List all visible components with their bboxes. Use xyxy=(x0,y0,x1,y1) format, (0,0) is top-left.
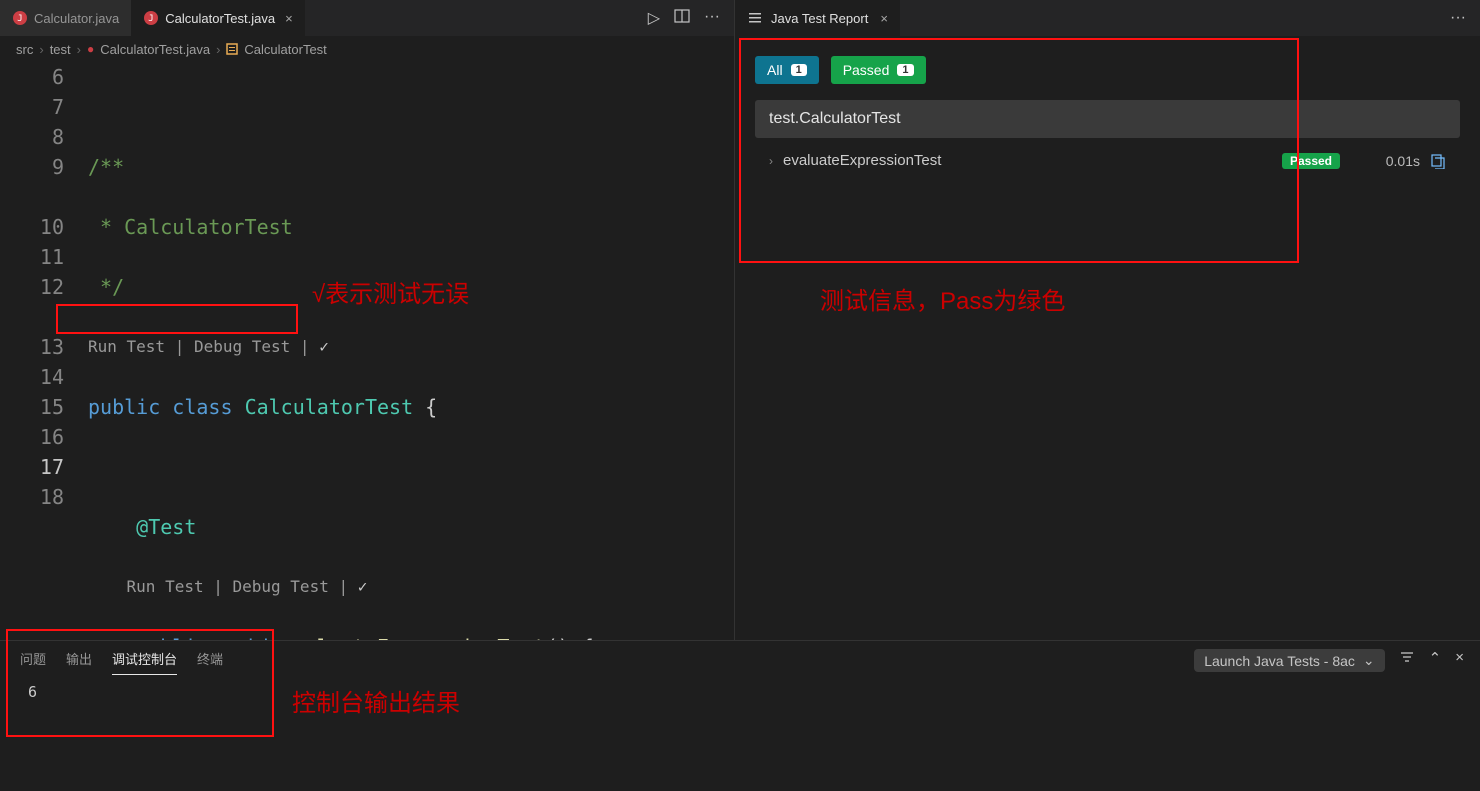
chevron-up-icon[interactable]: ⌃ xyxy=(1429,649,1442,667)
class-icon xyxy=(226,43,238,55)
chevron-right-icon: › xyxy=(769,154,773,168)
tab-label: Calculator.java xyxy=(34,11,119,26)
java-file-icon: J xyxy=(143,10,159,26)
minimap[interactable] xyxy=(674,62,734,640)
more-icon[interactable]: ··· xyxy=(1450,9,1466,27)
status-badge: Passed xyxy=(1282,153,1340,169)
panel-tab-problems[interactable]: 问题 xyxy=(20,649,46,675)
close-icon[interactable]: × xyxy=(285,11,293,26)
bc-class[interactable]: CalculatorTest xyxy=(244,42,326,57)
report-tabbar: Java Test Report × ··· xyxy=(735,0,1480,36)
goto-source-icon[interactable] xyxy=(1430,153,1446,169)
codelens-run-test[interactable]: Run Test xyxy=(88,337,165,356)
list-icon xyxy=(747,10,763,26)
close-panel-icon[interactable]: × xyxy=(1455,649,1464,666)
more-icon[interactable]: ··· xyxy=(704,8,720,28)
annotation-text: 控制台输出结果 xyxy=(292,683,460,718)
tab-calculatortest-java[interactable]: J CalculatorTest.java × xyxy=(131,0,304,36)
code-content[interactable]: /** * CalculatorTest */ Run Test | Debug… xyxy=(88,62,734,640)
java-file-icon: J xyxy=(12,10,28,26)
codelens-debug-test[interactable]: Debug Test xyxy=(233,577,329,596)
code-editor[interactable]: 6789 101112 131415 161718 /** * Calculat… xyxy=(0,62,734,640)
test-duration: 0.01s xyxy=(1350,153,1420,169)
filter-passed[interactable]: Passed1 xyxy=(831,56,926,84)
test-pass-check-icon: ✓ xyxy=(358,577,368,596)
svg-text:J: J xyxy=(149,14,154,24)
launch-config-selector[interactable]: Launch Java Tests - 8ac ⌄ xyxy=(1194,649,1384,672)
test-row[interactable]: › evaluateExpressionTest Passed 0.01s xyxy=(755,142,1460,179)
tab-calculator-java[interactable]: J Calculator.java xyxy=(0,0,131,36)
split-editor-icon[interactable] xyxy=(674,8,690,28)
annotation-text: 测试信息，Pass为绿色 xyxy=(820,281,1065,316)
tab-java-test-report[interactable]: Java Test Report × xyxy=(735,0,900,36)
codelens-run-test[interactable]: Run Test xyxy=(127,577,204,596)
tab-label: CalculatorTest.java xyxy=(165,11,275,26)
panel-tab-debug-console[interactable]: 调试控制台 xyxy=(112,649,177,675)
tab-label: Java Test Report xyxy=(771,11,868,26)
panel-tabs: 问题 输出 调试控制台 终端 xyxy=(0,649,735,675)
breadcrumb[interactable]: src› test› ● CalculatorTest.java› Calcul… xyxy=(0,36,734,62)
filter-all[interactable]: All1 xyxy=(755,56,819,84)
editor-tabbar: J Calculator.java J CalculatorTest.java … xyxy=(0,0,734,36)
panel-tab-terminal[interactable]: 终端 xyxy=(197,649,223,675)
panel-tab-output[interactable]: 输出 xyxy=(66,649,92,675)
bc-src[interactable]: src xyxy=(16,42,33,57)
chevron-down-icon: ⌄ xyxy=(1363,652,1375,669)
svg-text:J: J xyxy=(17,14,22,24)
panel: 问题 输出 调试控制台 终端 6 Launch Java Tests - 8ac… xyxy=(0,640,1480,791)
annotation-text: √表示测试无误 xyxy=(312,280,469,310)
bc-file[interactable]: CalculatorTest.java xyxy=(100,42,210,57)
editor-actions: ▷ ··· xyxy=(634,8,734,28)
filter-icon[interactable] xyxy=(1399,649,1415,665)
bc-test[interactable]: test xyxy=(50,42,71,57)
codelens-debug-test[interactable]: Debug Test xyxy=(194,337,290,356)
line-gutter: 6789 101112 131415 161718 xyxy=(0,62,88,640)
test-pass-check-icon: ✓ xyxy=(319,337,329,356)
test-name: evaluateExpressionTest xyxy=(783,152,941,169)
test-report-body: All1 Passed1 test.CalculatorTest › evalu… xyxy=(735,36,1480,640)
test-suite-header[interactable]: test.CalculatorTest xyxy=(755,100,1460,138)
java-file-icon: ● xyxy=(87,42,94,56)
run-icon[interactable]: ▷ xyxy=(648,8,660,28)
close-icon[interactable]: × xyxy=(880,11,888,26)
